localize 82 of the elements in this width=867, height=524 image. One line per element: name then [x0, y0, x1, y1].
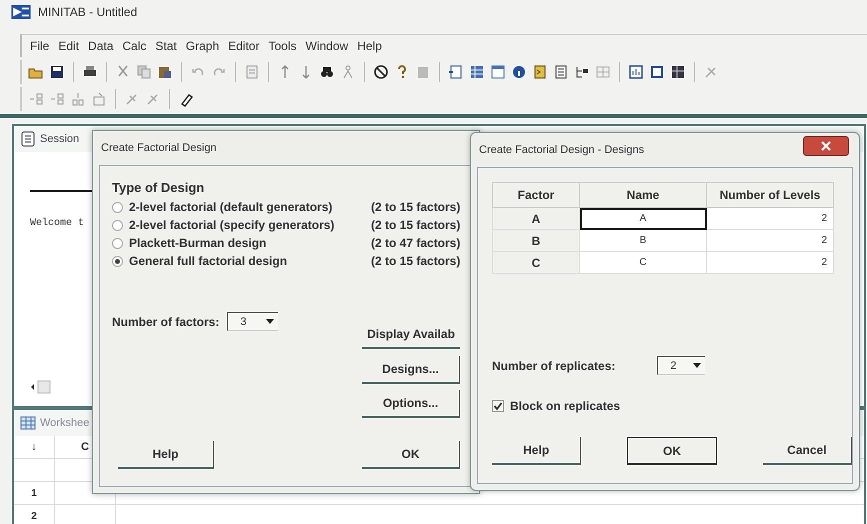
menu-item[interactable]: Edit [58, 39, 80, 53]
dropdown-arrow-icon [692, 363, 700, 368]
table-cell: C [492, 252, 580, 274]
menu-item[interactable]: Calc [122, 39, 146, 53]
menu-item[interactable]: Graph [186, 39, 220, 53]
report-icon[interactable] [553, 64, 569, 80]
dialog-button[interactable]: OK [627, 437, 717, 465]
row-number: 2 [14, 505, 55, 524]
checkbox-label: Block on replicates [510, 399, 620, 413]
app-logo-icon [10, 5, 32, 19]
replicates-dropdown[interactable]: 2 [657, 356, 704, 375]
column-header[interactable]: ↓ [14, 436, 55, 458]
worksheet-icon[interactable] [469, 64, 485, 80]
table-cell[interactable]: 2 [706, 230, 834, 252]
info-icon[interactable] [511, 64, 527, 80]
dropdown-arrow-icon [266, 319, 274, 324]
eraser-icon[interactable] [178, 91, 194, 107]
window-icon[interactable] [490, 64, 506, 80]
tree-icon[interactable] [574, 64, 590, 80]
menu-item[interactable]: Tools [268, 39, 296, 53]
field-label: Number of factors: [112, 314, 220, 328]
table-cell[interactable]: B [580, 230, 706, 252]
notes-icon[interactable] [532, 64, 548, 80]
radio-label: 2-level factorial (specify generators) [129, 218, 336, 232]
factor-range: (2 to 15 factors) [371, 254, 460, 268]
column-header: Name [580, 182, 706, 208]
dialog-title: Create Factorial Design - Designs [479, 144, 644, 156]
layout-icon[interactable] [649, 64, 665, 80]
table-icon[interactable] [670, 64, 686, 80]
radio-label: Plackett-Burman design [129, 236, 268, 250]
copy-icon[interactable] [136, 64, 152, 80]
window-title: Session [40, 133, 80, 145]
dialog-button[interactable]: Cancel [762, 437, 852, 465]
menu-item[interactable]: Stat [155, 39, 177, 53]
table-cell[interactable]: C [580, 252, 706, 274]
session-icon [20, 131, 36, 147]
window-title: MINITAB - Untitled [38, 5, 138, 19]
help-button[interactable]: Help [118, 441, 214, 469]
table-cell[interactable]: 2 [706, 252, 834, 274]
radio-button[interactable] [112, 256, 123, 266]
window-title: Workshee [40, 417, 90, 429]
radio-label: General full factorial design [129, 254, 288, 268]
menu-item[interactable]: File [30, 39, 50, 53]
radio-label: 2-level factorial (default generators) [129, 200, 334, 214]
menu-item[interactable]: Help [357, 39, 382, 53]
factor-range: (2 to 15 factors) [371, 200, 460, 214]
ok-button[interactable]: OK [362, 441, 460, 469]
menu-item[interactable]: Editor [228, 39, 260, 53]
radio-button[interactable] [112, 238, 123, 248]
options-button[interactable]: Options... [362, 390, 460, 418]
table-cell: B [492, 230, 580, 252]
column-header: Factor [492, 182, 580, 208]
table-cell[interactable]: A [580, 208, 706, 230]
session-icon[interactable] [448, 64, 464, 80]
save-icon[interactable] [49, 64, 65, 80]
checkbox[interactable] [492, 400, 504, 412]
dialog-button[interactable]: Help [492, 437, 582, 465]
radio-button[interactable] [112, 220, 123, 230]
binoculars-icon[interactable] [319, 64, 335, 80]
column-insert-icon[interactable] [70, 91, 86, 107]
radio-button[interactable] [112, 202, 123, 212]
menu-item[interactable]: Window [306, 39, 348, 53]
table-cell: A [492, 208, 580, 230]
factor-range: (2 to 15 factors) [371, 218, 460, 232]
row-insert-icon[interactable] [49, 91, 65, 107]
section-heading: Type of Design [112, 180, 206, 195]
table-cell[interactable]: 2 [706, 208, 834, 230]
cancel-icon[interactable] [373, 64, 389, 80]
document-icon[interactable] [244, 64, 260, 80]
menu-item[interactable]: Data [88, 39, 114, 53]
field-label: Number of replicates: [492, 358, 616, 372]
worksheet-icon [20, 415, 36, 431]
factor-range: (2 to 47 factors) [371, 236, 460, 250]
row-number: 1 [14, 482, 55, 504]
column-header: Number of Levels [706, 182, 834, 208]
dialog-title: Create Factorial Design [101, 142, 217, 154]
close-icon[interactable] [803, 136, 849, 156]
row-insert-icon[interactable] [28, 91, 44, 107]
session-text: Welcome t [30, 218, 84, 229]
designs-button[interactable]: Designs... [362, 356, 460, 384]
graph-window-icon[interactable] [628, 64, 644, 80]
factors-dropdown[interactable]: 3 [227, 312, 278, 331]
